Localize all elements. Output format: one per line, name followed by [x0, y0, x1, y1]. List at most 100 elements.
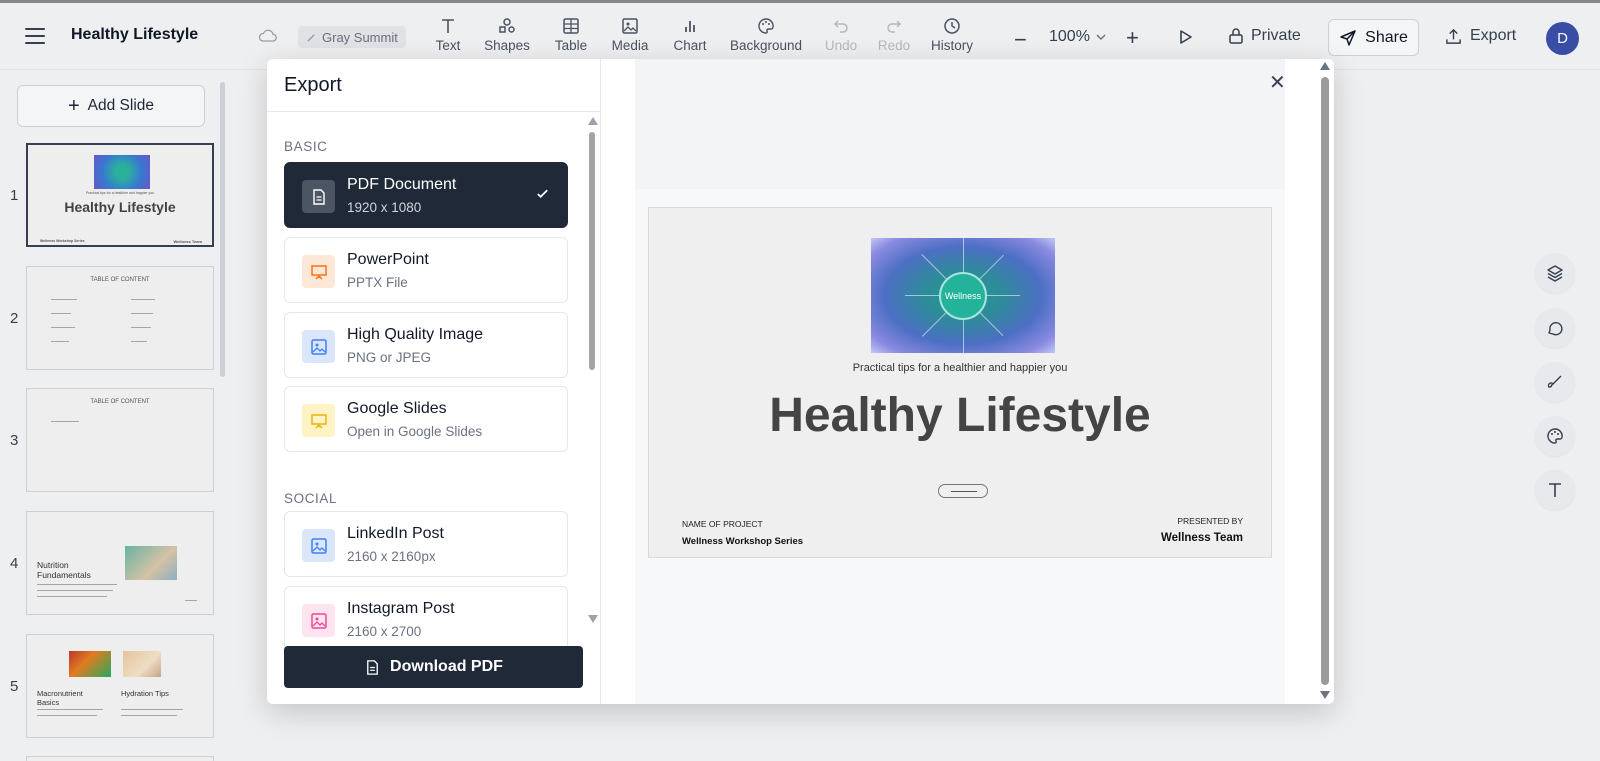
thumbnail-image	[94, 155, 150, 189]
menu-icon[interactable]	[25, 28, 45, 44]
tool-redo[interactable]: Redo	[864, 17, 924, 53]
style-button[interactable]	[1535, 362, 1575, 402]
privacy-label: Private	[1251, 27, 1301, 44]
export-option-instagram[interactable]: Instagram Post 2160 x 2700	[284, 586, 568, 652]
project-label: NAME OF PROJECT	[682, 519, 763, 529]
thumbnail-line	[37, 590, 113, 591]
slide-title: Healthy Lifestyle	[769, 389, 1151, 442]
scroll-up-arrow[interactable]	[588, 117, 598, 125]
slide-thumbnail-5[interactable]: 5 Macronutrient Basics Hydration Tips	[0, 634, 220, 738]
slides-sidebar: + Add Slide 1 Practical tips for a healt…	[0, 70, 232, 761]
export-button[interactable]: Export	[1445, 27, 1516, 45]
preview-scrollbar[interactable]	[1321, 77, 1329, 685]
slide-number: 1	[10, 187, 19, 204]
download-label: Download PDF	[390, 658, 503, 675]
option-subtitle: 2160 x 2160px	[347, 549, 436, 564]
download-button[interactable]: Download PDF	[284, 646, 583, 688]
close-icon[interactable]: ✕	[1269, 73, 1286, 93]
thumbnail-title: Nutrition Fundamentals	[37, 560, 91, 580]
slide-thumbnail-1[interactable]: 1 Practical tips for a healthier and hap…	[0, 143, 220, 247]
tool-label: Undo	[824, 38, 858, 53]
comment-icon	[1548, 322, 1563, 336]
export-label: Export	[1470, 27, 1517, 44]
thumbnail-frame: TABLE OF CONTENT	[26, 266, 214, 370]
text-icon	[442, 19, 454, 33]
section-label-social: SOCIAL	[284, 491, 338, 506]
add-slide-button[interactable]: + Add Slide	[17, 85, 205, 127]
thumbnail-line	[51, 421, 79, 422]
chart-icon	[685, 21, 695, 32]
tool-shapes[interactable]: Shapes	[477, 17, 537, 53]
project-value: Wellness Workshop Series	[682, 536, 804, 547]
thumbnail-tagline: Practical tips for a healthier and happi…	[85, 191, 155, 195]
presentation-icon	[302, 255, 335, 288]
zoom-in-button[interactable]: +	[1126, 25, 1139, 51]
privacy-button[interactable]: Private	[1228, 27, 1301, 45]
tool-label: Text	[435, 38, 461, 53]
tool-text[interactable]: Text	[418, 17, 478, 53]
tool-chart[interactable]: Chart	[660, 17, 720, 53]
export-option-image[interactable]: High Quality Image PNG or JPEG	[284, 312, 568, 378]
theme-name: Gray Summit	[322, 29, 398, 45]
thumbnail-right: Wellness Team	[173, 239, 202, 244]
scroll-up-arrow[interactable]	[1320, 62, 1330, 70]
tool-media[interactable]: Media	[600, 17, 660, 53]
tool-undo[interactable]: Undo	[811, 17, 871, 53]
export-modal: Export BASIC PDF Document 1920 x 1080 Po…	[267, 59, 1334, 704]
tool-background[interactable]: Background	[728, 17, 804, 53]
document-icon	[367, 659, 378, 675]
thumbnail-frame: Nutrition Fundamentals	[26, 511, 214, 615]
tool-table[interactable]: Table	[541, 17, 601, 53]
play-button[interactable]	[1176, 28, 1194, 51]
tool-history[interactable]: History	[922, 17, 982, 53]
zoom-out-button[interactable]: −	[1014, 27, 1027, 53]
slide-number: 2	[10, 310, 19, 327]
cloud-save-icon	[258, 27, 280, 45]
thumbnail-frame: TABLE OF CONTENT	[26, 388, 214, 492]
presentation-title[interactable]: Healthy Lifestyle	[71, 26, 198, 44]
layers-button[interactable]	[1535, 253, 1575, 293]
thumbnail-line	[131, 327, 151, 328]
slide-thumbnail-2[interactable]: 2 TABLE OF CONTENT	[0, 266, 220, 370]
wheel-center: Wellness	[939, 272, 987, 320]
typography-button[interactable]	[1535, 470, 1575, 510]
zoom-value: 100%	[1049, 28, 1090, 45]
palette-button[interactable]	[1535, 416, 1575, 456]
redo-icon	[887, 20, 902, 33]
comments-button[interactable]	[1535, 308, 1575, 348]
export-options-list: BASIC PDF Document 1920 x 1080 PowerPoin…	[267, 112, 587, 685]
export-option-powerpoint[interactable]: PowerPoint PPTX File	[284, 237, 568, 303]
check-icon	[535, 186, 550, 206]
thumbnail-line	[37, 715, 97, 716]
thumbnail-title: Healthy Lifestyle	[64, 199, 176, 215]
avatar[interactable]: D	[1546, 22, 1579, 55]
layers-icon	[1547, 265, 1563, 282]
scroll-down-arrow[interactable]	[588, 615, 598, 623]
zoom-select[interactable]: 100%	[1049, 28, 1106, 46]
table-icon	[563, 18, 579, 34]
tool-label: Redo	[877, 38, 911, 53]
export-option-pdf[interactable]: PDF Document 1920 x 1080	[284, 162, 568, 228]
sidebar-scrollbar[interactable]	[220, 82, 225, 377]
export-options-panel: Export BASIC PDF Document 1920 x 1080 Po…	[267, 59, 601, 704]
share-button[interactable]: Share	[1328, 19, 1419, 56]
scroll-down-arrow[interactable]	[1320, 691, 1330, 699]
thumbnail-image	[125, 546, 177, 580]
option-title: High Quality Image	[347, 326, 484, 343]
export-option-linkedin[interactable]: LinkedIn Post 2160 x 2160px	[284, 511, 568, 577]
option-title: PowerPoint	[347, 251, 429, 268]
palette-icon	[758, 18, 774, 34]
option-title: PDF Document	[347, 176, 457, 193]
slide-number: 5	[10, 678, 19, 695]
export-option-google-slides[interactable]: Google Slides Open in Google Slides	[284, 386, 568, 452]
slide-thumbnail-6[interactable]	[0, 756, 220, 761]
slide-thumbnail-4[interactable]: 4 Nutrition Fundamentals	[0, 511, 220, 615]
options-scrollbar[interactable]	[589, 132, 595, 370]
slide-thumbnail-3[interactable]: 3 TABLE OF CONTENT	[0, 388, 220, 492]
theme-chip[interactable]: Gray Summit	[298, 26, 406, 48]
option-title: Instagram Post	[347, 600, 455, 617]
send-icon	[1340, 29, 1356, 46]
thumbnail-line	[51, 341, 69, 342]
thumbnail-line	[37, 709, 103, 710]
option-subtitle: 1920 x 1080	[347, 200, 422, 215]
